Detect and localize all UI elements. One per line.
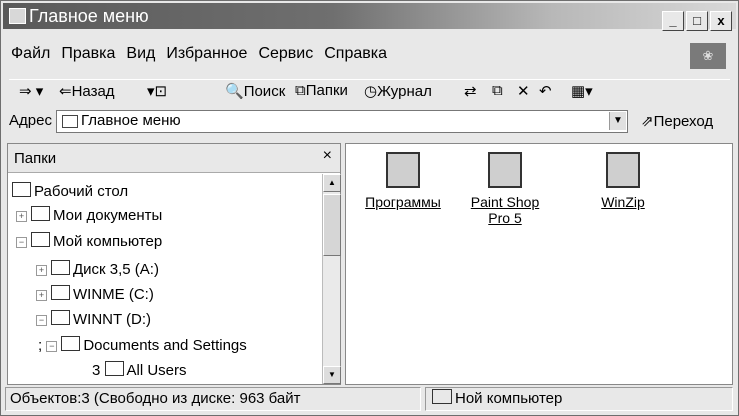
tree-item-drive-c[interactable]: + WINME (C:) bbox=[36, 285, 154, 303]
address-bar: Адрес Главное меню ▼ ⇗Переход bbox=[9, 109, 734, 135]
hard-drive-icon bbox=[51, 285, 70, 300]
collapse-icon[interactable]: − bbox=[46, 341, 58, 352]
address-value: Главное меню bbox=[81, 112, 181, 129]
folder-tree: Рабочий стол + Мои документы − Мой компьют… bbox=[8, 174, 322, 384]
item-paint-shop-pro[interactable]: Paint Shop Pro 5 bbox=[460, 152, 550, 226]
item-label: Paint Shop Pro 5 bbox=[470, 194, 540, 226]
computer-icon bbox=[31, 232, 50, 247]
tree-item-all-users[interactable]: 3 All Users bbox=[92, 361, 187, 379]
window-icon bbox=[9, 8, 26, 24]
back-button[interactable]: ⇐Назад bbox=[59, 82, 115, 100]
copy-to-icon[interactable]: ⧉ bbox=[492, 82, 503, 99]
title-bar[interactable]: Главное меню _ □ x bbox=[3, 3, 736, 31]
folders-pane-title: Папки bbox=[14, 150, 57, 167]
expand-icon[interactable]: + bbox=[36, 290, 47, 301]
status-objects: Объектов:3 (Свободно из диске: 963 байт bbox=[5, 387, 421, 411]
content-pane: Программы Paint Shop Pro 5 WinZip bbox=[345, 143, 733, 385]
search-icon: 🔍 bbox=[225, 83, 244, 100]
expand-icon[interactable]: + bbox=[16, 211, 27, 222]
views-icon[interactable]: ▦▾ bbox=[571, 82, 593, 100]
tree-item-documents-and-settings[interactable]: ; − Documents and Settings bbox=[38, 336, 247, 354]
folders-scrollbar[interactable]: ▲ ▼ bbox=[322, 174, 341, 384]
search-button[interactable]: 🔍Поиск bbox=[225, 82, 285, 100]
menu-bar: Файл Правка Вид Избранное Сервис Справка bbox=[11, 45, 398, 71]
tree-item-desktop[interactable]: Рабочий стол bbox=[12, 182, 128, 200]
item-winzip[interactable]: WinZip bbox=[578, 152, 668, 210]
menu-view[interactable]: Вид bbox=[126, 45, 155, 62]
history-button[interactable]: ◷Журнал bbox=[364, 82, 432, 100]
menu-edit[interactable]: Правка bbox=[61, 45, 115, 62]
go-arrow-icon: ⇗ bbox=[641, 113, 654, 130]
folder-icon bbox=[61, 336, 81, 351]
programs-folder-icon bbox=[386, 152, 420, 188]
undo-icon[interactable]: ↶ bbox=[539, 82, 552, 100]
folders-pane: Папки × Рабочий стол + Мои документы − Мой… bbox=[7, 143, 341, 385]
hard-drive-icon bbox=[51, 310, 70, 325]
close-icon[interactable]: × bbox=[323, 147, 332, 165]
folder-icon bbox=[104, 361, 124, 376]
scroll-down-icon[interactable]: ▼ bbox=[323, 366, 341, 384]
explorer-window: Главное меню _ □ x Файл Правка Вид Избранное С… bbox=[0, 0, 739, 416]
tree-item-my-computer[interactable]: − Мой компьютер bbox=[16, 232, 162, 250]
address-label: Адрес bbox=[9, 112, 52, 129]
address-input[interactable]: Главное меню ▼ bbox=[56, 110, 628, 133]
scroll-up-icon[interactable]: ▲ bbox=[323, 174, 341, 192]
item-label: WinZip bbox=[601, 194, 645, 210]
minimize-button[interactable]: _ bbox=[662, 11, 684, 31]
tree-item-floppy[interactable]: + Диск 3,5 (A:) bbox=[36, 260, 159, 278]
status-bar: Объектов:3 (Свободно из диске: 963 байт … bbox=[5, 387, 734, 411]
toolbar: ⇒ ▾ ⇐Назад ▾⊡ 🔍Поиск ⧉Папки ◷Журнал ⇄ ⧉ … bbox=[9, 79, 730, 104]
back-arrow-icon: ⇐ bbox=[59, 83, 72, 100]
move-to-icon[interactable]: ⇄ bbox=[464, 82, 477, 100]
menu-tools[interactable]: Сервис bbox=[258, 45, 313, 62]
desktop-icon bbox=[12, 182, 31, 197]
up-folder-icon: ▾⊡ bbox=[147, 83, 168, 100]
menu-file[interactable]: Файл bbox=[11, 45, 50, 62]
scrollbar-thumb[interactable] bbox=[323, 194, 341, 256]
window-controls: _ □ x bbox=[660, 6, 732, 31]
item-label: Программы bbox=[365, 194, 441, 210]
delete-icon[interactable]: ✕ bbox=[517, 82, 530, 100]
paint-shop-pro-icon bbox=[488, 152, 522, 188]
item-programs[interactable]: Программы bbox=[358, 152, 448, 210]
close-button[interactable]: x bbox=[710, 11, 732, 31]
window-title: Главное меню bbox=[29, 6, 149, 26]
forward-arrow-icon: ⇒ bbox=[19, 83, 32, 100]
collapse-icon[interactable]: − bbox=[16, 237, 27, 248]
menu-help[interactable]: Справка bbox=[324, 45, 387, 62]
collapse-icon[interactable]: − bbox=[36, 315, 47, 326]
folder-icon bbox=[62, 115, 78, 128]
computer-icon bbox=[432, 389, 452, 404]
go-button[interactable]: ⇗Переход bbox=[641, 112, 713, 130]
tree-item-my-documents[interactable]: + Мои документы bbox=[16, 206, 162, 224]
forward-button[interactable]: ⇒ ▾ bbox=[19, 82, 43, 100]
menu-favorites[interactable]: Избранное bbox=[166, 45, 247, 62]
folders-icon: ⧉ bbox=[295, 82, 306, 99]
chevron-down-icon[interactable]: ▼ bbox=[609, 112, 626, 130]
maximize-button[interactable]: □ bbox=[686, 11, 708, 31]
history-icon: ◷ bbox=[364, 83, 378, 100]
tree-item-drive-d[interactable]: − WINNT (D:) bbox=[36, 310, 151, 328]
folders-button[interactable]: ⧉Папки bbox=[295, 82, 348, 99]
expand-icon[interactable]: + bbox=[36, 265, 47, 276]
my-documents-icon bbox=[31, 206, 50, 221]
folders-pane-header: Папки × bbox=[8, 144, 340, 173]
status-location: Ной компьютер bbox=[425, 387, 733, 411]
floppy-drive-icon bbox=[51, 260, 70, 275]
up-button[interactable]: ▾⊡ bbox=[147, 82, 167, 100]
windows-logo-icon: ❀ bbox=[690, 43, 726, 69]
winzip-icon bbox=[606, 152, 640, 188]
